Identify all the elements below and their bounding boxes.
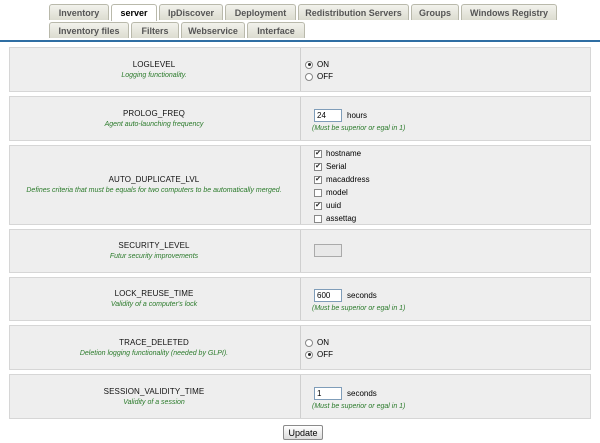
option-description: Defines criteria that must be equals for…: [26, 187, 282, 194]
checkbox[interactable]: [314, 214, 322, 223]
checkbox-label: hostname: [326, 149, 362, 158]
option-auto-duplicate-lvl: AUTO_DUPLICATE_LVL Defines criteria that…: [9, 145, 591, 225]
radio-trace-deleted-off[interactable]: OFF: [305, 350, 333, 359]
checkbox[interactable]: [314, 188, 322, 197]
option-lock-reuse-time: LOCK_REUSE_TIME Validity of a computer's…: [9, 277, 591, 321]
tab-redistribution-servers[interactable]: Redistribution Servers: [298, 4, 409, 20]
checkbox-macaddress[interactable]: ✔ macaddress: [314, 175, 370, 184]
tab-deployment[interactable]: Deployment: [225, 4, 296, 20]
tab-ipdiscover[interactable]: IpDiscover: [159, 4, 223, 20]
divider: [300, 326, 301, 369]
hint-text: (Must be superior or egal in 1): [312, 305, 406, 312]
option-name: LOCK_REUSE_TIME: [114, 289, 194, 298]
option-name: SESSION_VALIDITY_TIME: [103, 386, 205, 396]
radio-button-checked[interactable]: [305, 350, 313, 359]
option-label: SESSION_VALIDITY_TIME Validity of a sess…: [10, 375, 298, 418]
radio-button-checked[interactable]: [305, 60, 313, 69]
radio-loglevel-off[interactable]: OFF: [305, 72, 333, 81]
radio-label: ON: [317, 338, 329, 347]
checkbox-uuid[interactable]: ✔ uuid: [314, 201, 341, 210]
checkbox-hostname[interactable]: ✔ hostname: [314, 149, 361, 158]
option-label: LOGLEVEL Logging functionality.: [10, 48, 298, 91]
hint-text: (Must be superior or egal in 1): [312, 403, 406, 410]
radio-label: OFF: [317, 72, 333, 81]
option-name: PROLOG_FREQ: [122, 108, 185, 118]
divider: [300, 278, 301, 320]
option-name: LOGLEVEL: [132, 59, 176, 69]
checkbox-model[interactable]: model: [314, 188, 348, 197]
option-loglevel: LOGLEVEL Logging functionality. ON OFF: [9, 47, 591, 92]
option-description: Validity of a computer's lock: [110, 301, 198, 308]
security-level-input[interactable]: [314, 244, 342, 257]
checkbox-checked[interactable]: ✔: [314, 162, 322, 171]
checkbox-serial[interactable]: ✔ Serial: [314, 162, 346, 171]
tab-groups[interactable]: Groups: [411, 4, 459, 20]
divider: [300, 48, 301, 91]
checkbox-label: model: [326, 188, 348, 197]
tab-interface[interactable]: Interface: [247, 22, 305, 38]
option-session-validity-time: SESSION_VALIDITY_TIME Validity of a sess…: [9, 374, 591, 419]
option-description: Logging functionality.: [121, 71, 187, 79]
checkbox-checked[interactable]: ✔: [314, 201, 322, 210]
option-description: Validity of a session: [123, 398, 185, 406]
prolog-freq-input[interactable]: 24: [314, 109, 342, 122]
divider: [300, 375, 301, 418]
radio-trace-deleted-on[interactable]: ON: [305, 338, 329, 347]
update-button[interactable]: Update: [283, 425, 323, 440]
option-description: Futur security improvements: [109, 253, 199, 260]
option-trace-deleted: TRACE_DELETED Deletion logging functiona…: [9, 325, 591, 370]
lock-reuse-time-input[interactable]: 600: [314, 289, 342, 302]
option-security-level: SECURITY_LEVEL Futur security improvemen…: [9, 229, 591, 273]
option-label: PROLOG_FREQ Agent auto-launching frequen…: [10, 97, 298, 140]
option-label: AUTO_DUPLICATE_LVL Defines criteria that…: [10, 146, 298, 224]
divider: [300, 230, 301, 272]
option-label: SECURITY_LEVEL Futur security improvemen…: [10, 230, 298, 272]
tab-filters[interactable]: Filters: [131, 22, 179, 38]
checkbox-checked[interactable]: ✔: [314, 175, 322, 184]
tabs-row-2: Inventory files Filters Webservice Inter…: [0, 22, 600, 39]
session-validity-time-input[interactable]: 1: [314, 387, 342, 400]
unit-label: seconds: [347, 389, 377, 398]
option-name: SECURITY_LEVEL: [118, 241, 190, 250]
radio-label: ON: [317, 60, 329, 69]
option-name: TRACE_DELETED: [119, 337, 189, 347]
radio-label: OFF: [317, 350, 333, 359]
hint-text: (Must be superior or egal in 1): [312, 125, 406, 132]
checkbox-label: uuid: [326, 201, 342, 210]
radio-button[interactable]: [305, 72, 313, 81]
unit-label: seconds: [347, 291, 377, 300]
divider: [300, 146, 301, 224]
checkbox-label: assettag: [326, 214, 357, 223]
unit-label: hours: [347, 111, 368, 120]
tab-inventory-files[interactable]: Inventory files: [49, 22, 129, 38]
radio-button[interactable]: [305, 338, 313, 347]
tab-inventory[interactable]: Inventory: [49, 4, 109, 20]
checkbox-assettag[interactable]: assettag: [314, 214, 356, 223]
tab-server[interactable]: server: [111, 4, 157, 21]
option-prolog-freq: PROLOG_FREQ Agent auto-launching frequen…: [9, 96, 591, 141]
option-description: Deletion logging functionality (needed b…: [79, 349, 229, 357]
tabs-row-1: Inventory server IpDiscover Deployment R…: [0, 4, 600, 21]
tab-webservice[interactable]: Webservice: [181, 22, 245, 38]
tab-windows-registry[interactable]: Windows Registry: [461, 4, 557, 20]
option-name: AUTO_DUPLICATE_LVL: [108, 175, 200, 184]
checkbox-label: Serial: [326, 162, 347, 171]
checkbox-label: macaddress: [326, 175, 370, 184]
checkbox-checked[interactable]: ✔: [314, 149, 322, 158]
option-description: Agent auto-launching frequency: [104, 120, 204, 128]
radio-loglevel-on[interactable]: ON: [305, 60, 329, 69]
divider: [300, 97, 301, 140]
option-label: TRACE_DELETED Deletion logging functiona…: [10, 326, 298, 369]
option-label: LOCK_REUSE_TIME Validity of a computer's…: [10, 278, 298, 320]
